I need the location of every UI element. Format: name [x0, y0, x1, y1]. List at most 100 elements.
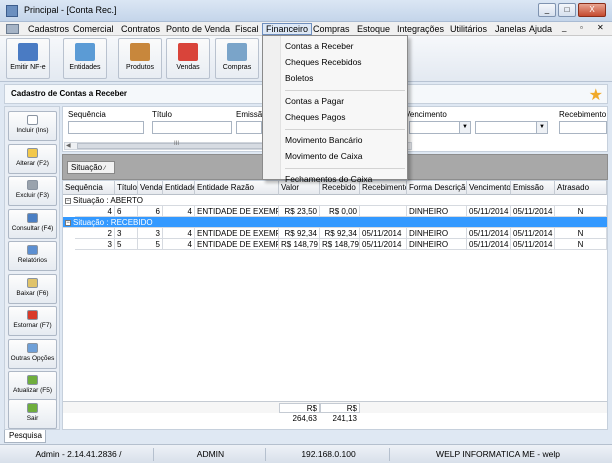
mdi-child-icon[interactable]: [6, 24, 19, 34]
filter-vencimento-end-select[interactable]: ▼: [475, 121, 548, 134]
menu-item-cheques-pagos[interactable]: Cheques Pagos: [263, 110, 407, 124]
close-button[interactable]: X: [578, 3, 606, 17]
menu-item-boletos[interactable]: Boletos: [263, 71, 407, 85]
mdi-close-button[interactable]: ✕: [597, 23, 604, 32]
cell-vencimento: 05/11/2014: [467, 239, 511, 250]
action-button-label: Excluir (F3): [15, 192, 50, 199]
column-header-venda[interactable]: Venda: [138, 181, 163, 195]
cell-recebido: R$ 92,34: [320, 228, 360, 239]
table-row[interactable]: 3554ENTIDADE DE EXEMPLOR$ 148,79R$ 148,7…: [63, 239, 607, 250]
collapse-icon[interactable]: −: [65, 197, 71, 204]
toolbar-entidades-button[interactable]: Entidades: [63, 38, 107, 79]
filter-sequencia-input[interactable]: [68, 121, 144, 134]
menu-comercial[interactable]: Comercial: [70, 23, 117, 35]
menu-janelas[interactable]: Janelas: [492, 23, 529, 35]
cell-forma-descricao: DINHEIRO: [407, 239, 467, 250]
filter-label-recebimento: Recebimento: [559, 110, 607, 119]
total-recebido: R$ 241,13: [320, 403, 360, 423]
menu-contratos[interactable]: Contratos: [118, 23, 163, 35]
new-document-icon: [27, 115, 38, 125]
menu-utilitarios[interactable]: Utilitários: [447, 23, 490, 35]
outras-opcoes-button[interactable]: Outras Opções: [8, 338, 57, 369]
menu-item-cheques-recebidos[interactable]: Cheques Recebidos: [263, 55, 407, 69]
group-by-chip-situacao[interactable]: Situação ⁄: [67, 161, 115, 174]
menu-integracoes[interactable]: Integrações: [394, 23, 447, 35]
relatorios-button[interactable]: Relatórios: [8, 241, 57, 271]
menu-item-movimento-de-caixa[interactable]: Movimento de Caixa: [263, 149, 407, 163]
mdi-restore-button[interactable]: ▫: [580, 23, 583, 32]
cell-titulo: 3: [115, 228, 138, 239]
minimize-button[interactable]: _: [538, 3, 556, 17]
filter-label-sequencia: Sequência: [68, 110, 106, 119]
toolbar-produtos-button[interactable]: Produtos: [118, 38, 162, 79]
cell-emissao: 05/11/2014: [511, 239, 555, 250]
action-button-label: Atualizar (F5): [12, 387, 52, 394]
menu-cadastros[interactable]: Cadastros: [25, 23, 72, 35]
column-header-emissao[interactable]: Emissão: [511, 181, 555, 195]
cell-venda: 6: [138, 206, 163, 217]
cell-atrasado: N: [555, 228, 607, 239]
action-button-label: Consultar (F4): [11, 224, 54, 232]
status-company: WELP INFORMATICA ME - welp: [436, 449, 560, 459]
menu-ponto-de-venda[interactable]: Ponto de Venda: [163, 23, 233, 35]
toolbar-button-label: Vendas: [176, 64, 200, 71]
column-header-entidade[interactable]: Entidade: [163, 181, 195, 195]
scroll-left-icon[interactable]: ◀: [66, 142, 71, 149]
menu-fiscal[interactable]: Fiscal: [232, 23, 262, 35]
cell-recebimento: 05/11/2014: [360, 239, 407, 250]
estornar-f7-button[interactable]: Estornar (F7): [8, 306, 57, 336]
menu-compras[interactable]: Compras: [310, 23, 353, 35]
consultar-f4-button[interactable]: Consultar (F4): [8, 208, 57, 239]
atualizar-f5-button[interactable]: Atualizar (F5): [8, 371, 57, 401]
cell-sequencia: 2: [75, 228, 115, 239]
toolbar-vendas-button[interactable]: Vendas: [166, 38, 210, 79]
tab-pesquisa[interactable]: Pesquisa: [4, 430, 46, 443]
star-icon[interactable]: ★: [589, 85, 603, 105]
menu-item-movimento-bancario[interactable]: Movimento Bancário: [263, 133, 407, 147]
menu-separator: [285, 168, 405, 169]
column-header-sequencia[interactable]: Sequência: [63, 181, 115, 195]
incluir-ins-button[interactable]: Incluir (Ins): [8, 111, 57, 141]
menu-financeiro[interactable]: Financeiro: [262, 23, 313, 35]
table-row[interactable]: 4664ENTIDADE DE EXEMPLOR$ 23,50R$ 0,00DI…: [63, 206, 607, 217]
status-version: Admin - 2.14.41.2836 /: [4, 448, 154, 461]
menu-estoque[interactable]: Estoque: [354, 23, 393, 35]
group-header-label: Situação : ABERTO: [73, 196, 143, 205]
excluir-f3-button[interactable]: Excluir (F3): [8, 176, 57, 206]
menu-item-contas-a-pagar[interactable]: Contas a Pagar: [263, 94, 407, 108]
filter-vencimento-start-select[interactable]: ▼: [409, 121, 471, 134]
table-row[interactable]: 2334ENTIDADE DE EXEMPLOR$ 92,34R$ 92,340…: [63, 228, 607, 239]
toolbar-emitir-nf-e-button[interactable]: Emitir NF-e: [6, 38, 50, 79]
menu-item-contas-a-receber[interactable]: Contas a Receber: [263, 39, 407, 53]
column-header-atrasado[interactable]: Atrasado: [555, 181, 607, 195]
column-header-vencimento[interactable]: Vencimento: [467, 181, 511, 195]
form-title: Cadastro de Contas a Receber: [11, 89, 128, 98]
mdi-minimize-button[interactable]: _: [562, 23, 566, 32]
collapse-icon[interactable]: −: [65, 219, 71, 226]
cell-recebimento: 05/11/2014: [360, 228, 407, 239]
menu-item-fechamentos-do-caixa[interactable]: Fechamentos do Caixa: [263, 172, 407, 186]
baixar-f6-button[interactable]: Baixar (F6): [8, 273, 57, 304]
column-header-forma-descricao[interactable]: Forma Descrição: [407, 181, 467, 195]
action-button-label: Incluir (Ins): [16, 127, 49, 134]
toolbar-button-label: Emitir NF-e: [10, 64, 46, 71]
cell-entidade-razao: ENTIDADE DE EXEMPLO: [195, 206, 279, 217]
refresh-icon: [27, 375, 38, 385]
alterar-f2-button[interactable]: Alterar (F2): [8, 143, 57, 174]
menu-ajuda[interactable]: Ajuda: [526, 23, 555, 35]
group-header-row[interactable]: − Situação : ABERTO: [63, 195, 607, 206]
maximize-button[interactable]: □: [558, 3, 576, 17]
group-header-row[interactable]: − Situação : RECEBIDO: [63, 217, 607, 228]
cell-valor: R$ 23,50: [279, 206, 320, 217]
filter-emissao-input[interactable]: [236, 121, 262, 134]
toolbar-compras-button[interactable]: Compras: [215, 38, 259, 79]
action-button-label: Baixar (F6): [16, 289, 49, 297]
filter-recebimento-input[interactable]: [559, 121, 607, 134]
filter-titulo-input[interactable]: [152, 121, 232, 134]
column-header-titulo[interactable]: Título: [115, 181, 138, 195]
exit-button[interactable]: Sair: [8, 399, 57, 429]
scroll-thumb[interactable]: III: [77, 141, 287, 149]
window-title-bar: Principal - [Conta Rec.] _ □ X: [0, 0, 612, 22]
totals-row: R$ 264,63 R$ 241,13: [63, 401, 607, 423]
cell-sequencia: 4: [75, 206, 115, 217]
